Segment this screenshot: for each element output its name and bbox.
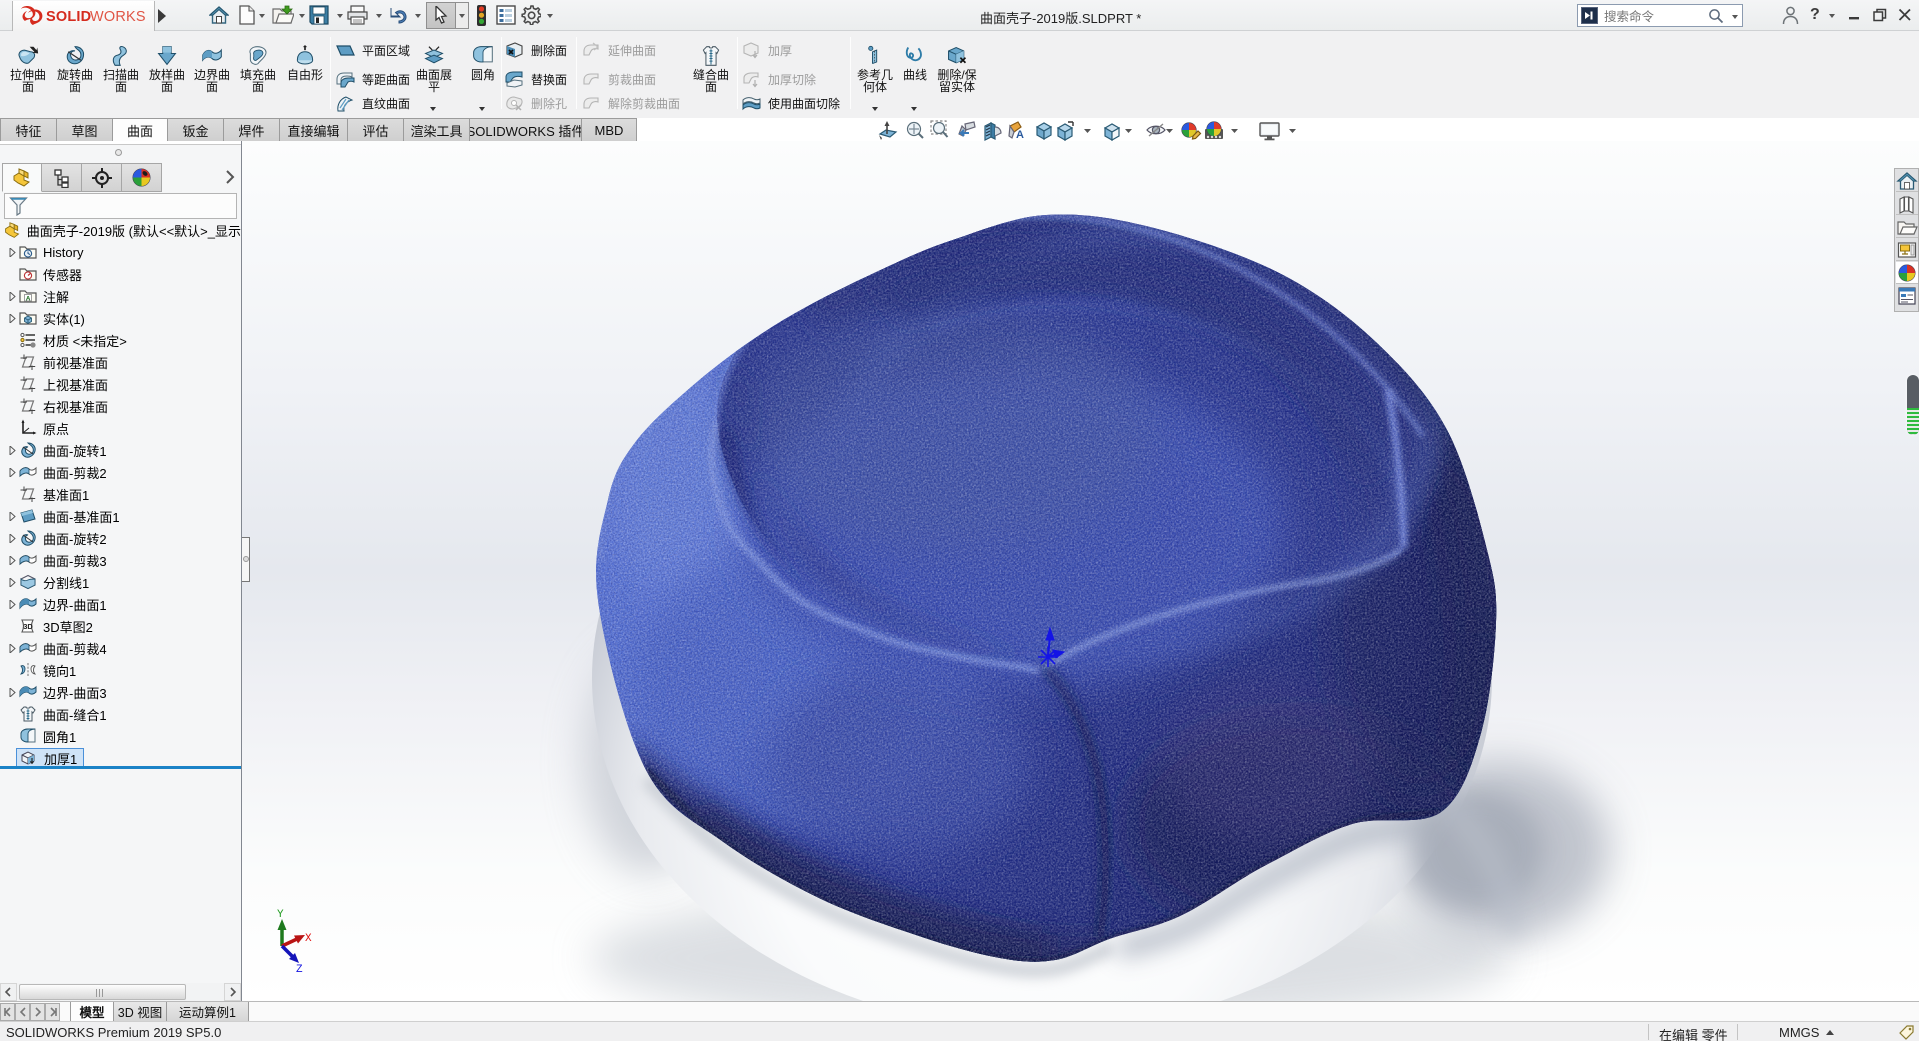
svg-text:3D: 3D	[23, 622, 33, 631]
svg-text:A: A	[26, 296, 31, 303]
svg-text:SOLID: SOLID	[46, 9, 91, 25]
svg-text:WORKS: WORKS	[90, 9, 146, 25]
svg-text:Z: Z	[296, 964, 303, 976]
svg-text:A: A	[1016, 129, 1024, 141]
svg-text:Y: Y	[277, 909, 284, 921]
svg-text:X: X	[305, 933, 312, 945]
